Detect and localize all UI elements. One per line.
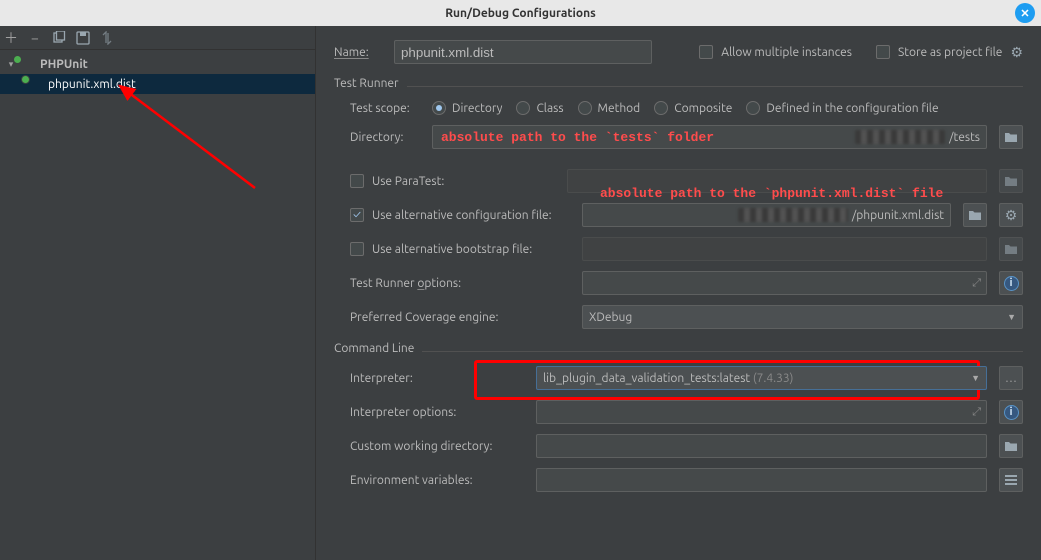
radio-composite[interactable]: Composite bbox=[654, 101, 732, 115]
use-alt-bootstrap-checkbox[interactable]: Use alternative bootstrap file: bbox=[350, 242, 570, 256]
checkbox-icon[interactable] bbox=[350, 242, 364, 256]
name-input[interactable] bbox=[394, 40, 652, 64]
window-titlebar: Run/Debug Configurations ✕ bbox=[0, 0, 1041, 26]
tree-node-phpunit-dist[interactable]: phpunit.xml.dist bbox=[0, 74, 315, 94]
coverage-engine-dropdown[interactable]: XDebug ▼ bbox=[582, 305, 1023, 329]
edit-list-button[interactable] bbox=[999, 468, 1023, 492]
coverage-engine-label: Preferred Coverage engine: bbox=[350, 311, 570, 324]
tree-node-label: PHPUnit bbox=[40, 58, 88, 71]
add-icon[interactable]: ＋ bbox=[4, 31, 18, 45]
interpreter-options-input[interactable]: ⤢ bbox=[536, 400, 987, 424]
tree-node-phpunit[interactable]: ▾ PHPUnit bbox=[0, 54, 315, 74]
interpreter-options-label: Interpreter options: bbox=[350, 406, 524, 419]
blurred-path bbox=[855, 130, 945, 144]
name-label: Name: bbox=[334, 46, 384, 59]
sidebar-toolbar: ＋ − bbox=[0, 26, 315, 50]
checkbox-icon[interactable] bbox=[350, 208, 364, 222]
fieldset-title: Command Line bbox=[334, 342, 422, 355]
radio-defined[interactable]: Defined in the configuration file bbox=[746, 101, 938, 115]
store-as-project-file[interactable]: Store as project file ⚙ bbox=[876, 44, 1023, 61]
fieldset-title: Test Runner bbox=[334, 77, 407, 90]
window-title: Run/Debug Configurations bbox=[445, 7, 596, 20]
remove-icon[interactable]: − bbox=[28, 31, 42, 45]
info-button[interactable]: i bbox=[999, 400, 1023, 424]
main-panel: Name: Allow multiple instances Store as … bbox=[316, 26, 1041, 560]
store-as-project-label: Store as project file bbox=[898, 46, 1002, 59]
blurred-path bbox=[738, 208, 848, 222]
browse-folder-button[interactable] bbox=[963, 203, 987, 227]
sort-icon[interactable] bbox=[100, 31, 114, 45]
info-button[interactable]: i bbox=[999, 271, 1023, 295]
config-tree: ▾ PHPUnit phpunit.xml.dist bbox=[0, 50, 315, 560]
expand-icon[interactable]: ⤢ bbox=[972, 277, 980, 290]
browse-folder-button[interactable] bbox=[999, 237, 1023, 261]
paratest-input bbox=[567, 169, 987, 193]
interpreter-dropdown[interactable]: lib_plugin_data_validation_tests:latest … bbox=[536, 366, 987, 390]
env-vars-label: Environment variables: bbox=[350, 474, 524, 487]
close-icon[interactable]: ✕ bbox=[1015, 3, 1035, 23]
expand-icon[interactable]: ⤢ bbox=[972, 406, 980, 419]
test-runner-fieldset: Test Runner Test scope: Directory Class … bbox=[334, 86, 1023, 329]
gear-icon[interactable]: ⚙ bbox=[1010, 44, 1023, 61]
copy-icon[interactable] bbox=[52, 31, 66, 45]
chevron-down-icon: ▼ bbox=[971, 373, 980, 383]
command-line-fieldset: Command Line Interpreter: lib_plugin_dat… bbox=[334, 351, 1023, 492]
browse-folder-button[interactable] bbox=[999, 169, 1023, 193]
gear-icon: ⚙ bbox=[1005, 207, 1018, 224]
working-dir-input[interactable] bbox=[536, 434, 987, 458]
checkbox-icon[interactable] bbox=[876, 45, 890, 59]
alt-config-label: Use alternative configuration file: bbox=[372, 209, 552, 222]
checkbox-icon[interactable] bbox=[699, 45, 713, 59]
info-icon: i bbox=[1004, 276, 1019, 291]
use-paratest-label: Use ParaTest: bbox=[372, 175, 444, 188]
radio-icon bbox=[432, 101, 446, 115]
alt-config-input[interactable]: /phpunit.xml.dist bbox=[582, 203, 951, 227]
alt-bootstrap-label: Use alternative bootstrap file: bbox=[372, 243, 532, 256]
directory-suffix: /tests bbox=[949, 131, 980, 144]
browse-folder-button[interactable] bbox=[999, 434, 1023, 458]
browse-button[interactable]: … bbox=[999, 366, 1023, 390]
info-icon: i bbox=[1004, 405, 1019, 420]
test-scope-radios: Directory Class Method Composite Defined… bbox=[432, 101, 939, 115]
config-tree-sidebar: ＋ − ▾ PHPUnit phpunit.xml.dist bbox=[0, 26, 316, 560]
radio-icon bbox=[746, 101, 760, 115]
checkbox-icon[interactable] bbox=[350, 174, 364, 188]
directory-input[interactable]: absolute path to the `tests` folder /tes… bbox=[432, 125, 987, 149]
working-dir-label: Custom working directory: bbox=[350, 440, 524, 453]
interpreter-value: lib_plugin_data_validation_tests:latest bbox=[543, 372, 750, 385]
settings-button[interactable]: ⚙ bbox=[999, 203, 1023, 227]
alt-bootstrap-input bbox=[582, 237, 987, 261]
use-alt-config-checkbox[interactable]: Use alternative configuration file: bbox=[350, 208, 570, 222]
save-template-icon[interactable] bbox=[76, 31, 90, 45]
radio-directory[interactable]: Directory bbox=[432, 101, 502, 115]
interpreter-label: Interpreter: bbox=[350, 372, 524, 385]
browse-folder-button[interactable] bbox=[999, 125, 1023, 149]
test-scope-label: Test scope: bbox=[350, 102, 420, 115]
annotation-tests-path: absolute path to the `tests` folder bbox=[441, 130, 714, 145]
radio-icon bbox=[654, 101, 668, 115]
radio-icon bbox=[516, 101, 530, 115]
radio-method[interactable]: Method bbox=[578, 101, 641, 115]
env-vars-input[interactable] bbox=[536, 468, 987, 492]
coverage-engine-value: XDebug bbox=[589, 311, 632, 324]
runner-options-input[interactable]: ⤢ bbox=[582, 271, 987, 295]
allow-multiple-label: Allow multiple instances bbox=[721, 46, 852, 59]
phpunit-icon bbox=[28, 78, 44, 90]
phpunit-icon bbox=[20, 58, 36, 70]
directory-label: Directory: bbox=[350, 131, 420, 144]
alt-config-suffix: /phpunit.xml.dist bbox=[852, 209, 944, 222]
tree-node-label: phpunit.xml.dist bbox=[48, 78, 136, 91]
runner-options-label: Test Runner options: bbox=[350, 277, 570, 290]
use-paratest-checkbox[interactable]: Use ParaTest: bbox=[350, 174, 444, 188]
chevron-down-icon: ▼ bbox=[1007, 312, 1016, 322]
radio-icon bbox=[578, 101, 592, 115]
interpreter-version: (7.4.33) bbox=[753, 372, 794, 385]
radio-class[interactable]: Class bbox=[516, 101, 563, 115]
allow-multiple-instances[interactable]: Allow multiple instances bbox=[699, 45, 852, 59]
